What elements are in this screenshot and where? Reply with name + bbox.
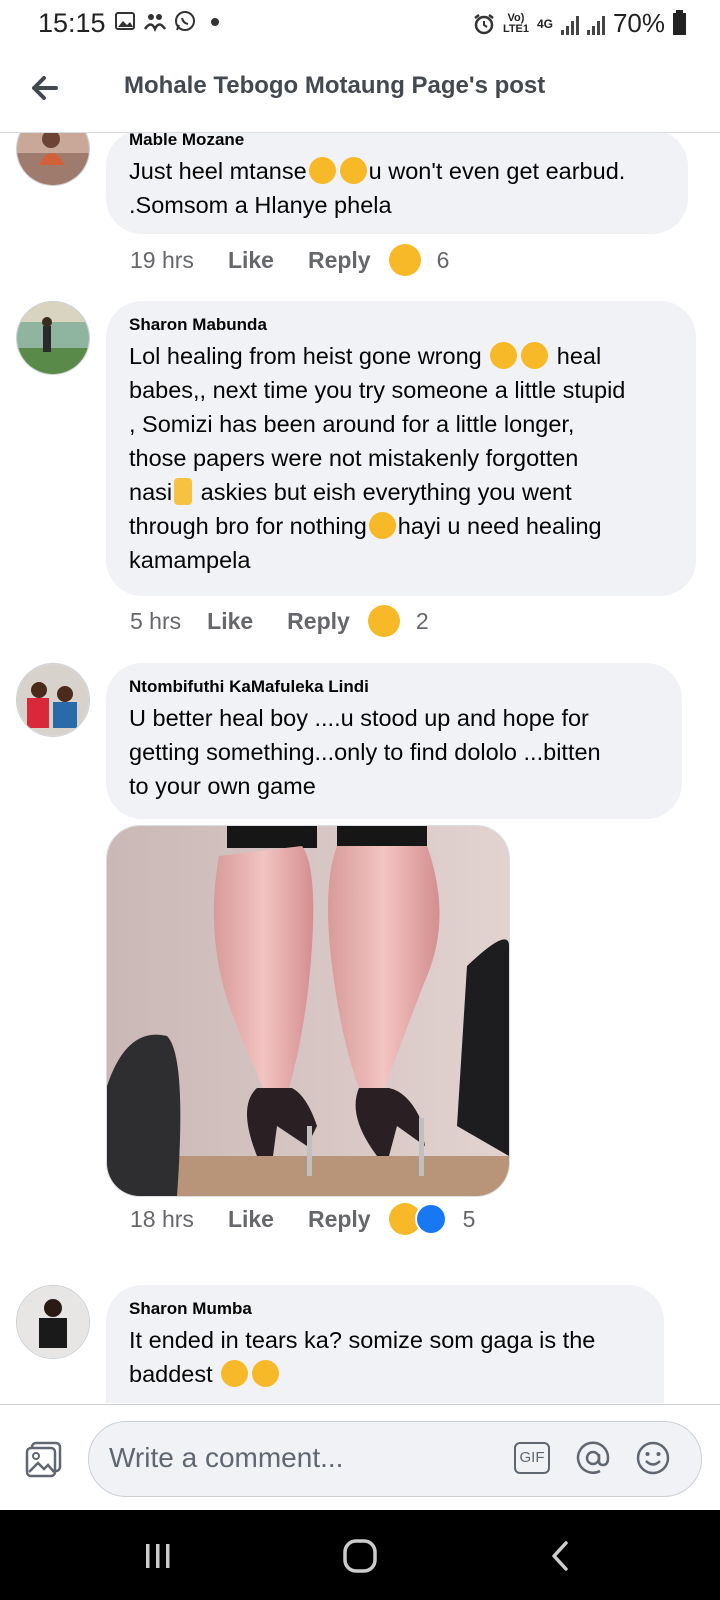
grinning-emoji-icon xyxy=(308,157,336,184)
comment-time[interactable]: 5 hrs xyxy=(130,608,181,635)
system-nav-bar xyxy=(0,1510,720,1600)
signal-icon xyxy=(560,13,579,35)
rofl-emoji-icon xyxy=(490,342,518,369)
reply-button[interactable]: Reply xyxy=(308,247,371,274)
crying-emoji-icon xyxy=(368,512,396,539)
haha-reaction-icon xyxy=(367,605,400,637)
reaction-count: 2 xyxy=(415,607,429,634)
comment-author[interactable]: Mable Mozane xyxy=(129,133,666,150)
notification-icons xyxy=(114,10,226,32)
signal-icon xyxy=(586,13,605,35)
comment-time[interactable]: 19 hrs xyxy=(130,247,194,274)
reaction-count: 5 xyxy=(462,1205,476,1232)
gif-label: GIF xyxy=(519,1449,545,1466)
comment-text: U better heal boy ....u stood up and hop… xyxy=(129,705,601,799)
page-title: Mohale Tebogo Motaung Page's post xyxy=(124,72,546,99)
like-button[interactable]: Like xyxy=(228,1206,274,1233)
people-icon xyxy=(144,14,166,32)
rofl-emoji-icon xyxy=(521,342,549,369)
comment-actions: 5 hrs Like Reply 2 xyxy=(130,603,429,639)
back-arrow-icon[interactable] xyxy=(26,66,70,110)
comment-bubble[interactable]: Sharon Mabunda Lol healing from heist go… xyxy=(106,301,696,596)
comment-actions: 18 hrs Like Reply 5 xyxy=(130,1201,475,1237)
comment-input[interactable]: Write a comment... GIF xyxy=(88,1421,702,1497)
reactions-summary[interactable]: 5 xyxy=(388,1203,476,1235)
like-button[interactable]: Like xyxy=(207,608,253,635)
gif-button[interactable]: GIF xyxy=(514,1442,550,1474)
comment-image[interactable] xyxy=(106,825,510,1197)
post-header: Mohale Tebogo Motaung Page's post xyxy=(0,46,720,133)
recent-apps-icon[interactable] xyxy=(138,1538,178,1574)
rofl-emoji-icon xyxy=(221,1360,249,1387)
reply-button[interactable]: Reply xyxy=(308,1206,371,1233)
4g-icon: 4G xyxy=(536,16,553,31)
home-icon[interactable] xyxy=(340,1538,380,1574)
battery-icon xyxy=(673,9,686,35)
comment-placeholder: Write a comment... xyxy=(109,1442,344,1473)
emoji-picker-icon[interactable] xyxy=(635,1440,671,1476)
comment-bubble[interactable]: Sharon Mumba It ended in tears ka? somiz… xyxy=(106,1285,664,1403)
reactions-summary[interactable]: 6 xyxy=(388,244,450,276)
gallery-icon xyxy=(115,12,135,30)
battery-percent: 70% xyxy=(612,8,665,38)
comment-bubble[interactable]: Mable Mozane Just heel mtanse u won't eve… xyxy=(106,133,688,234)
comment-text: Lol healing from heist gone wrong heal ba… xyxy=(129,342,626,573)
status-time: 15:15 xyxy=(38,8,106,38)
comment-text: It ended in tears ka? somize som gaga is… xyxy=(129,1327,596,1387)
comment-author[interactable]: Sharon Mumba xyxy=(129,1299,642,1319)
comment-actions: 19 hrs Like Reply 6 xyxy=(130,242,449,278)
rofl-emoji-icon xyxy=(252,1360,280,1387)
reactions-summary[interactable]: 2 xyxy=(367,605,429,637)
avatar[interactable] xyxy=(16,1285,90,1359)
like-button[interactable]: Like xyxy=(228,247,274,274)
volte-icon: Vo) LTE1 xyxy=(502,11,530,35)
status-bar: 15:15 Vo) LTE1 4G 70% xyxy=(0,0,720,46)
system-status: Vo) LTE1 4G 70% xyxy=(473,8,686,39)
haha-reaction-icon xyxy=(388,244,421,276)
comment-time[interactable]: 18 hrs xyxy=(130,1206,194,1233)
crossed-fingers-emoji-icon xyxy=(174,478,193,505)
back-icon[interactable] xyxy=(542,1538,582,1574)
alarm-icon xyxy=(474,13,494,34)
comment-text: Just heel mtanse u won't even get earbud.… xyxy=(129,157,626,218)
comment-author[interactable]: Ntombifuthi KaMafuleka Lindi xyxy=(129,677,660,697)
avatar[interactable] xyxy=(16,133,90,186)
whatsapp-icon xyxy=(175,11,195,31)
comment-bubble[interactable]: Ntombifuthi KaMafuleka Lindi U better he… xyxy=(106,663,682,819)
like-reaction-icon xyxy=(414,1203,447,1235)
avatar[interactable] xyxy=(16,663,90,737)
reaction-count: 6 xyxy=(436,246,450,273)
photo-attach-icon[interactable] xyxy=(24,1439,64,1479)
dot-icon xyxy=(211,18,219,26)
comment-composer: Write a comment... GIF xyxy=(0,1404,720,1511)
avatar[interactable] xyxy=(16,301,90,375)
comments-feed[interactable]: Mable Mozane Just heel mtanse u won't eve… xyxy=(0,133,720,1403)
reply-button[interactable]: Reply xyxy=(287,608,350,635)
mention-icon[interactable] xyxy=(575,1440,611,1476)
grinning-emoji-icon xyxy=(339,157,367,184)
comment-author[interactable]: Sharon Mabunda xyxy=(129,315,674,335)
